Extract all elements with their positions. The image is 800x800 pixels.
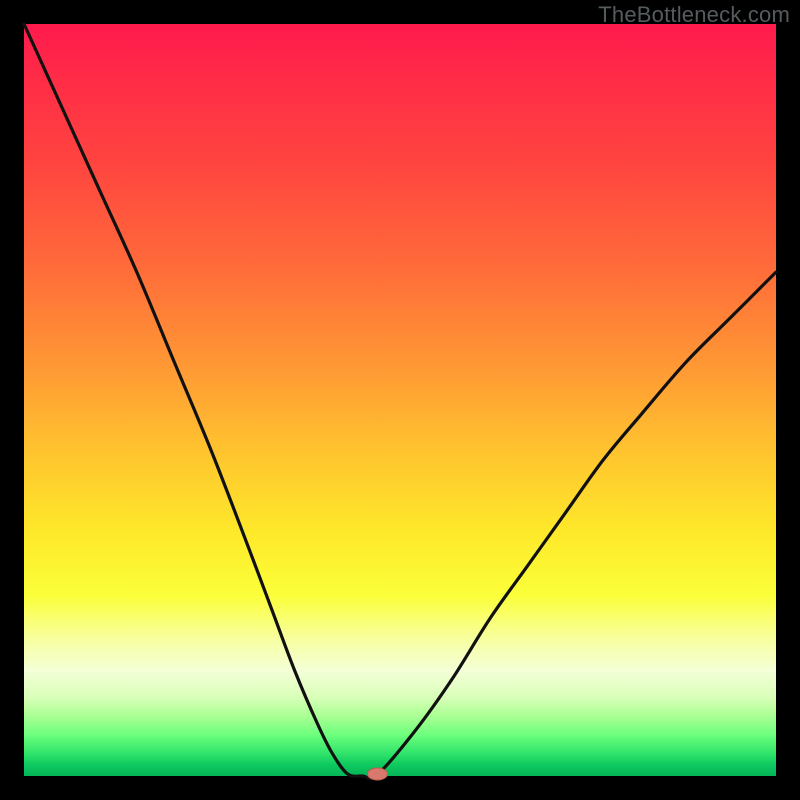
watermark-text: TheBottleneck.com [598,2,790,28]
chart-outer-frame: TheBottleneck.com [0,0,800,800]
plot-area [24,24,776,776]
optimal-point-marker [367,768,387,780]
bottleneck-curve-line [24,24,776,778]
chart-svg [24,24,776,776]
